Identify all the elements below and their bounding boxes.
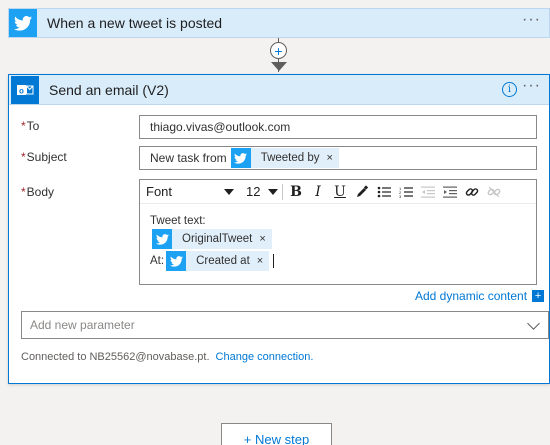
- bullet-list-icon[interactable]: [373, 182, 395, 202]
- underline-button[interactable]: U: [329, 182, 351, 202]
- subject-text: New task from: [150, 151, 227, 165]
- body-line-tweet-text: Tweet text:: [150, 215, 206, 227]
- dynamic-token-created-at[interactable]: Created at ×: [166, 251, 270, 271]
- bold-button[interactable]: B: [285, 182, 307, 202]
- body-content[interactable]: Tweet text: OriginalTweet × At: Created …: [140, 204, 536, 272]
- subject-field[interactable]: New task from Tweeted by ×: [139, 146, 537, 170]
- font-size-select[interactable]: 12: [246, 183, 280, 201]
- info-icon[interactable]: i: [502, 82, 517, 97]
- send-email-card: o Send an email (V2) i ··· *To thiago.vi…: [8, 74, 550, 384]
- send-email-header[interactable]: o Send an email (V2) i ···: [9, 75, 549, 105]
- token-label: OriginalTweet: [182, 233, 253, 245]
- body-label: *Body: [21, 185, 55, 199]
- twitter-icon: [230, 148, 251, 168]
- font-family-select[interactable]: Font: [146, 183, 238, 201]
- caret-down-icon: [268, 188, 278, 195]
- highlight-pen-icon[interactable]: [351, 182, 373, 202]
- add-new-parameter-dropdown[interactable]: Add new parameter: [21, 311, 549, 339]
- to-field[interactable]: thiago.vivas@outlook.com: [139, 115, 537, 139]
- dynamic-token-tweeted-by[interactable]: Tweeted by ×: [230, 148, 339, 168]
- caret-down-icon: [224, 188, 234, 195]
- new-step-button[interactable]: + New step: [221, 423, 332, 445]
- remove-token-icon[interactable]: ×: [257, 255, 263, 267]
- connection-text: Connected to NB25562@novabase.pt.: [21, 351, 210, 363]
- connection-info: Connected to NB25562@novabase.pt. Change…: [21, 351, 313, 363]
- action-title: Send an email (V2): [49, 81, 169, 98]
- remove-token-icon[interactable]: ×: [327, 152, 333, 164]
- parameter-placeholder: Add new parameter: [30, 318, 135, 332]
- italic-button[interactable]: I: [307, 182, 329, 202]
- body-token-row: At: Created at ×: [150, 250, 536, 272]
- add-dynamic-content-icon: +: [532, 290, 545, 302]
- body-token-row: OriginalTweet ×: [150, 228, 536, 250]
- outlook-icon: o: [11, 75, 39, 104]
- required-mark: *: [21, 185, 26, 199]
- twitter-icon: [166, 251, 187, 271]
- token-label: Tweeted by: [260, 152, 320, 164]
- required-mark: *: [21, 119, 26, 133]
- required-mark: *: [21, 150, 26, 164]
- add-dynamic-content-link[interactable]: Add dynamic content +: [415, 289, 545, 303]
- increase-indent-icon[interactable]: [439, 182, 461, 202]
- more-icon[interactable]: ···: [522, 11, 541, 29]
- svg-text:3: 3: [399, 194, 402, 198]
- svg-text:o: o: [19, 86, 24, 95]
- decrease-indent-icon[interactable]: [417, 182, 439, 202]
- trigger-title: When a new tweet is posted: [47, 15, 223, 31]
- subject-label: *Subject: [21, 150, 67, 164]
- to-value: thiago.vivas@outlook.com: [150, 120, 291, 134]
- link-icon[interactable]: [461, 182, 483, 202]
- change-connection-link[interactable]: Change connection.: [216, 351, 314, 363]
- unlink-icon[interactable]: [483, 182, 505, 202]
- twitter-icon: [152, 229, 172, 249]
- body-line-at: At:: [150, 255, 165, 267]
- remove-token-icon[interactable]: ×: [259, 233, 265, 245]
- text-cursor: [273, 254, 275, 268]
- twitter-trigger-card[interactable]: When a new tweet is posted ···: [8, 8, 550, 38]
- to-label: *To: [21, 119, 40, 133]
- more-icon[interactable]: ···: [522, 77, 541, 95]
- token-label: Created at: [196, 255, 250, 267]
- toolbar-divider: [282, 183, 283, 200]
- twitter-icon: [9, 9, 37, 37]
- dynamic-token-original-tweet[interactable]: OriginalTweet ×: [152, 229, 272, 249]
- plus-icon[interactable]: +: [270, 42, 287, 59]
- chevron-down-icon: [527, 317, 540, 330]
- body-editor[interactable]: Font 12 B I U 123 Tweet text: OriginalTw…: [139, 179, 537, 285]
- numbered-list-icon[interactable]: 123: [395, 182, 417, 202]
- arrow-down-icon: [271, 62, 287, 71]
- rich-text-toolbar: Font 12 B I U 123: [140, 180, 536, 204]
